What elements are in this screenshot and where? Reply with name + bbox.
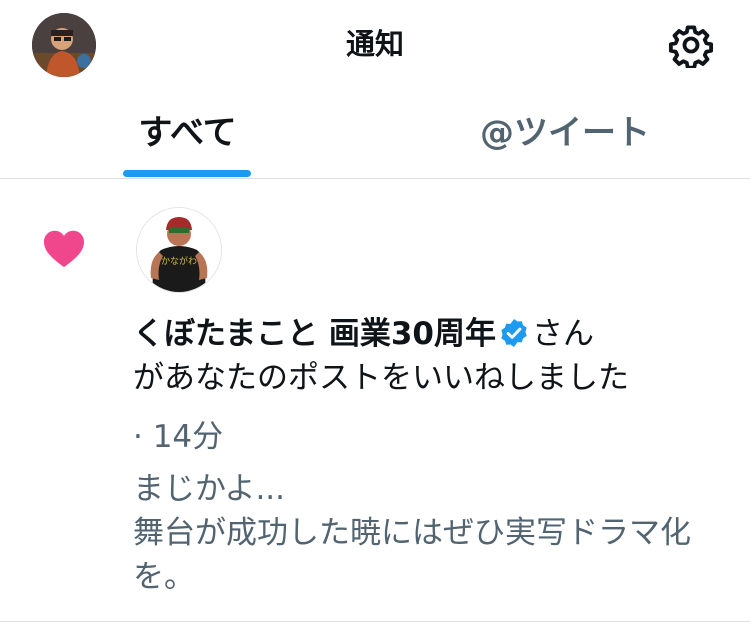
action-suffix: さん xyxy=(532,316,595,352)
divider xyxy=(0,621,750,622)
liker-avatar[interactable]: かながわ xyxy=(136,207,222,293)
heart-icon xyxy=(42,228,86,268)
page-title: 通知 xyxy=(345,27,404,61)
verified-glyph xyxy=(501,319,527,347)
tweet-preview-line1: まじかよ... xyxy=(133,471,286,507)
gear-glyph xyxy=(668,25,714,70)
tab-all[interactable]: すべて xyxy=(100,92,275,178)
gear-icon[interactable] xyxy=(668,22,714,70)
tweet-preview-line2: 舞台が成功した暁にはぜひ実写ドラマ化を。 xyxy=(133,515,691,595)
tweet-preview[interactable]: まじかよ... 舞台が成功した暁にはぜひ実写ドラマ化を。 xyxy=(133,467,743,599)
shirt-text: かながわ xyxy=(161,255,197,267)
tab-bar: すべて @ツイート xyxy=(0,92,750,179)
active-tab-indicator xyxy=(123,170,251,177)
action-text: があなたのポストをいいねしました xyxy=(133,360,629,396)
top-bar: 通知 xyxy=(0,0,750,92)
notification-time: · 14分 xyxy=(133,419,224,455)
heart-glyph xyxy=(44,230,84,268)
liker-avatar-image: かながわ xyxy=(137,208,221,292)
notification-text: くぼたまこと 画業30周年 さんがあなたのポストをいいねしました xyxy=(133,312,738,400)
tab-mentions[interactable]: @ツイート xyxy=(420,92,710,178)
verified-badge-icon xyxy=(498,317,530,349)
liker-name[interactable]: くぼたまこと 画業30周年 xyxy=(133,316,496,352)
